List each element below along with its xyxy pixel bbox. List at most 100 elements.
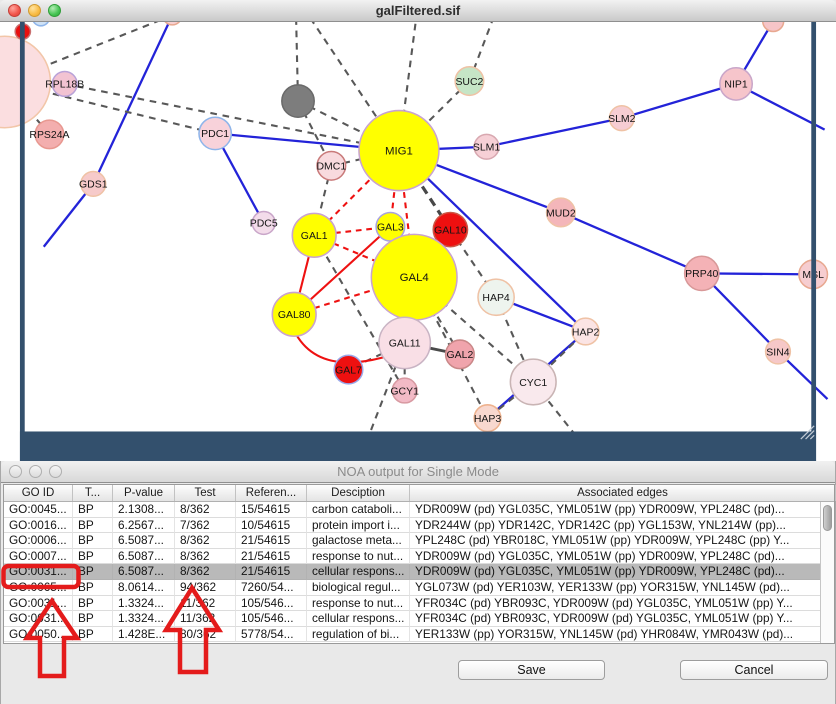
cell: YPL248C (pd) YBR018C, YML051W (pp) YDR00… <box>410 533 822 549</box>
table-row[interactable]: GO:0006...BP6.5087...8/36221/54615galact… <box>4 533 822 549</box>
column-header-go-id[interactable]: GO ID <box>4 485 73 501</box>
window-border <box>20 22 25 461</box>
cell: GO:0031... <box>4 596 73 612</box>
cell: BP <box>73 580 113 596</box>
window-border <box>20 431 816 461</box>
table-row[interactable]: GO:0031...BP1.3324...11/362105/546...res… <box>4 596 822 612</box>
edge <box>93 22 172 184</box>
node-label-sin4: SIN4 <box>766 347 789 358</box>
cell: 1.3324... <box>113 611 175 627</box>
cell: YDR009W (pd) YGL035C, YML051W (pp) YDR00… <box>410 564 822 580</box>
cell: 1.428E... <box>113 627 175 643</box>
cell: galactose meta... <box>307 533 410 549</box>
edge <box>561 212 702 273</box>
column-header-p-value[interactable]: P-value <box>113 485 175 501</box>
node-label-gcy1: GCY1 <box>390 386 419 397</box>
zoom-button[interactable] <box>48 4 61 17</box>
cell: 94/362 <box>175 580 236 596</box>
node-label-gds1: GDS1 <box>79 180 108 191</box>
window-title: galFiltered.sif <box>376 3 461 18</box>
node-label-slm2: SLM2 <box>608 114 636 125</box>
node-label-pdc5: PDC5 <box>250 219 278 230</box>
node-label-nip1: NIP1 <box>724 80 747 91</box>
node-label-rps24a: RPS24A <box>29 130 69 141</box>
network-window: galFiltered.sif RPL18BRPS24AGDS1PDC1DMC1… <box>0 0 836 461</box>
cell: BP <box>73 596 113 612</box>
node-label-dmc1: DMC1 <box>317 162 347 173</box>
cell: 10/54615 <box>236 518 307 534</box>
cell: 15/54615 <box>236 502 307 518</box>
node-label-gal7: GAL7 <box>335 365 362 376</box>
node-label-gal3: GAL3 <box>377 223 404 234</box>
cell: 6.5087... <box>113 549 175 565</box>
cell: 105/546... <box>236 596 307 612</box>
node-clip_pink_tr[interactable] <box>763 22 784 32</box>
cell: 21/54615 <box>236 533 307 549</box>
close-button[interactable] <box>8 4 21 17</box>
column-header-desciption[interactable]: Desciption <box>307 485 410 501</box>
noa-window-titlebar: NOA output for Single Mode <box>1 461 835 483</box>
node-gray1[interactable] <box>282 85 314 117</box>
table-row[interactable]: GO:0031...BP1.3324...11/362105/546...cel… <box>4 611 822 627</box>
cell: 8/362 <box>175 533 236 549</box>
cell: 7/362 <box>175 518 236 534</box>
cell: response to nut... <box>307 549 410 565</box>
cell: GO:0045... <box>4 502 73 518</box>
traffic-lights-inactive <box>9 465 62 478</box>
close-button[interactable] <box>9 465 22 478</box>
column-header-t-[interactable]: T... <box>73 485 113 501</box>
network-view[interactable]: RPL18BRPS24AGDS1PDC1DMC1MIG1SUC2SLM1SLM2… <box>0 22 836 461</box>
node-clip_blue_tl[interactable] <box>32 22 49 26</box>
traffic-lights <box>8 4 61 17</box>
cell: BP <box>73 502 113 518</box>
node-label-mud2: MUD2 <box>546 208 576 219</box>
node-label-pdc1: PDC1 <box>201 129 229 140</box>
network-canvas[interactable]: RPL18BRPS24AGDS1PDC1DMC1MIG1SUC2SLM1SLM2… <box>0 22 836 461</box>
column-header-associated-edges[interactable]: Associated edges <box>410 485 836 501</box>
cell: 6.5087... <box>113 564 175 580</box>
minimize-button[interactable] <box>28 4 41 17</box>
save-button[interactable]: Save <box>458 660 605 680</box>
table-row[interactable]: GO:0016...BP6.2567...7/36210/54615protei… <box>4 518 822 534</box>
column-header-referen-[interactable]: Referen... <box>236 485 307 501</box>
node-label-cyc1: CYC1 <box>519 378 547 389</box>
cell: 7260/54... <box>236 580 307 596</box>
node-clip_pink_top[interactable] <box>163 22 182 25</box>
cancel-button[interactable]: Cancel <box>680 660 828 680</box>
vertical-scrollbar[interactable] <box>820 502 834 643</box>
cell: GO:0050... <box>4 627 73 643</box>
node-big_left[interactable] <box>0 36 50 127</box>
cell: 8/362 <box>175 549 236 565</box>
noa-output-window: NOA output for Single Mode GO IDT...P-va… <box>0 461 836 704</box>
column-header-test[interactable]: Test <box>175 485 236 501</box>
cell: 21/54615 <box>236 549 307 565</box>
cell: YER133W (pp) YOR315W, YNL145W (pd) YHR08… <box>410 627 822 643</box>
cell: response to nut... <box>307 596 410 612</box>
cell: 5778/54... <box>236 627 307 643</box>
cell: YDR009W (pd) YGL035C, YML051W (pp) YDR00… <box>410 549 822 565</box>
edge <box>487 118 622 147</box>
node-label-gal11: GAL11 <box>389 339 421 350</box>
cell: 105/546... <box>236 611 307 627</box>
table-row[interactable]: GO:0007...BP6.5087...8/36221/54615respon… <box>4 549 822 565</box>
table-row[interactable]: GO:0065...BP8.0614...94/3627260/54...bio… <box>4 580 822 596</box>
cell: YFR034C (pd) YBR093C, YDR009W (pd) YGL03… <box>410 611 822 627</box>
table-row-selected[interactable]: GO:0031...BP6.5087...8/36221/54615cellul… <box>4 564 822 580</box>
node-label-gal2: GAL2 <box>447 350 474 361</box>
network-window-titlebar: galFiltered.sif <box>0 0 836 22</box>
scrollbar-thumb[interactable] <box>823 505 832 531</box>
cell: 21/54615 <box>236 564 307 580</box>
node-label-mig1: MIG1 <box>385 145 413 157</box>
minimize-button[interactable] <box>29 465 42 478</box>
window-title: NOA output for Single Mode <box>337 464 499 479</box>
table-row[interactable]: GO:0045...BP2.1308...8/36215/54615carbon… <box>4 502 822 518</box>
cell: 8/362 <box>175 564 236 580</box>
node-label-gal4: GAL4 <box>400 272 430 284</box>
table-row[interactable]: GO:0050...BP1.428E...80/3625778/54...reg… <box>4 627 822 643</box>
zoom-button[interactable] <box>49 465 62 478</box>
cell: YDR244W (pp) YDR142C, YDR142C (pp) YGL15… <box>410 518 822 534</box>
cell: 6.2567... <box>113 518 175 534</box>
node-label-hap2: HAP2 <box>572 327 600 338</box>
cell: BP <box>73 533 113 549</box>
cell: YDR009W (pd) YGL035C, YML051W (pp) YDR00… <box>410 502 822 518</box>
